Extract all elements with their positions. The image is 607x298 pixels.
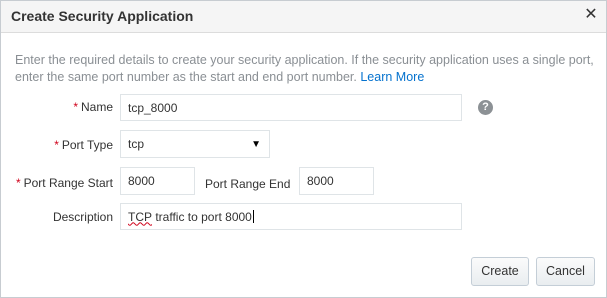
create-security-application-dialog: Create Security Application ✕ Enter the … — [0, 0, 607, 298]
learn-more-link[interactable]: Learn More — [360, 70, 424, 84]
cancel-button[interactable]: Cancel — [536, 257, 595, 286]
name-field[interactable]: tcp_8000 — [120, 94, 462, 121]
port-type-selected-value: tcp — [128, 137, 145, 151]
intro-text: Enter the required details to create you… — [15, 52, 600, 86]
port-type-label-text: Port Type — [61, 138, 113, 152]
description-value-first-word: TCP — [128, 209, 152, 224]
port-range-start-value: 8000 — [128, 174, 155, 188]
required-marker: * — [73, 100, 78, 114]
required-marker: * — [54, 138, 59, 152]
port-type-select[interactable]: tcp ▼ — [120, 130, 270, 158]
name-label: * Name — [41, 100, 113, 114]
create-button[interactable]: Create — [471, 257, 529, 286]
name-label-text: Name — [80, 100, 113, 114]
port-range-end-field[interactable]: 8000 — [299, 167, 374, 195]
port-range-end-label: Port Range End — [205, 177, 291, 191]
description-label: Description — [52, 210, 113, 224]
chevron-down-icon: ▼ — [251, 139, 261, 150]
port-range-start-label: * Port Range Start — [11, 176, 113, 190]
port-range-start-label-text: Port Range Start — [23, 176, 113, 190]
required-marker: * — [15, 176, 21, 190]
close-icon[interactable]: ✕ — [582, 5, 600, 25]
intro-description: Enter the required details to create you… — [15, 53, 594, 84]
name-field-value: tcp_8000 — [128, 100, 178, 115]
dialog-title: Create Security Application — [11, 8, 194, 24]
port-type-label: * Port Type — [21, 138, 113, 152]
help-icon[interactable]: ? — [478, 100, 493, 115]
port-range-start-field[interactable]: 8000 — [120, 167, 195, 195]
description-value-rest: traffic to port 8000 — [152, 209, 252, 224]
text-cursor — [252, 210, 254, 223]
port-range-end-value: 8000 — [307, 174, 334, 188]
description-field[interactable]: TCP traffic to port 8000 — [120, 203, 462, 230]
dialog-titlebar: Create Security Application ✕ — [1, 1, 606, 33]
